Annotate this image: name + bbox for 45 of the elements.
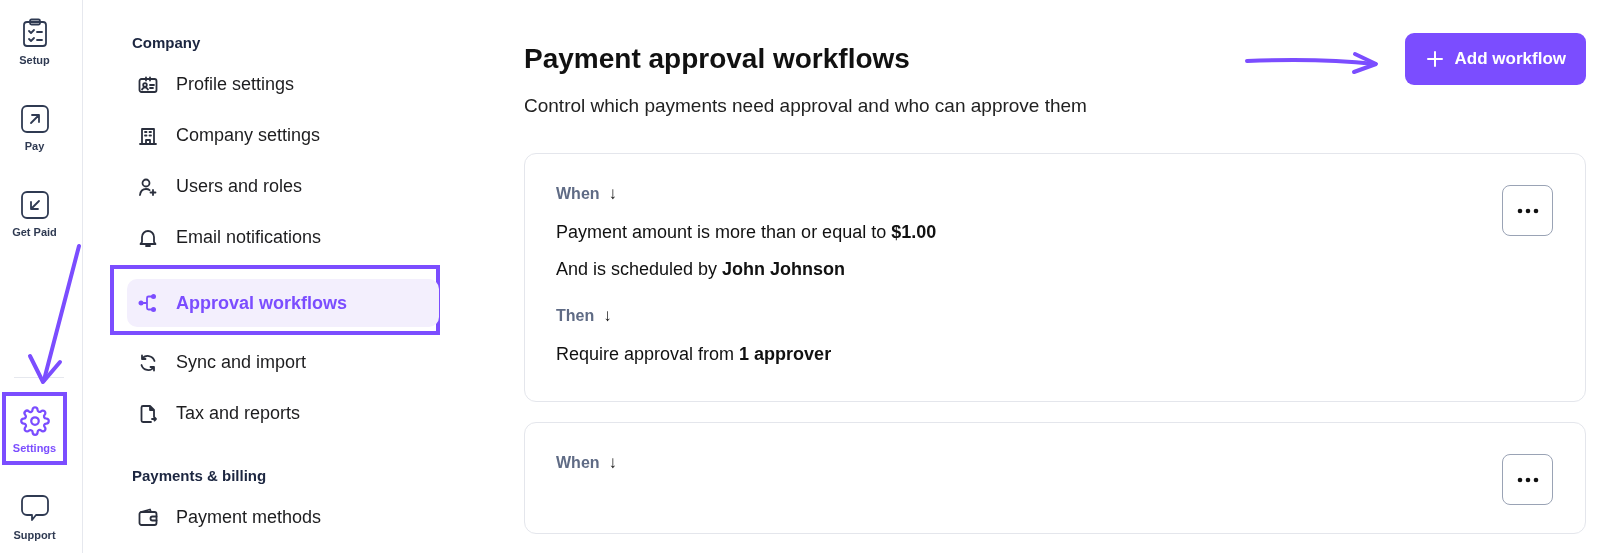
id-card-icon	[138, 75, 158, 94]
section-label: When	[556, 454, 600, 472]
document-icon	[138, 403, 158, 424]
building-icon	[138, 125, 158, 146]
rail-item[interactable]: Pay	[2, 98, 67, 158]
action-text: Require approval from 1 approver	[556, 344, 833, 365]
page-subtitle: Control which payments need approval and who can approve them	[524, 95, 1087, 117]
plus-icon	[1426, 51, 1443, 67]
wallet-icon	[138, 507, 158, 528]
page-title: Payment approval workflows	[524, 43, 911, 75]
settings-nav-item[interactable]: Company settings	[110, 110, 440, 161]
rail-item[interactable]: Support	[2, 487, 67, 547]
section-label: Then	[556, 307, 595, 325]
add-workflow-button[interactable]: Add workflow	[1404, 33, 1586, 85]
bell-icon	[138, 227, 158, 248]
settings-nav-item[interactable]: Tax and reports	[110, 388, 440, 439]
ellipsis-icon	[1516, 476, 1539, 483]
arrow-down-left-icon	[19, 190, 50, 220]
clipboard-icon	[20, 18, 49, 48]
settings-nav-item[interactable]: Users and roles	[110, 161, 440, 212]
settings-nav-item[interactable]: Profile settings	[110, 59, 440, 110]
more-options-button[interactable]	[1502, 454, 1553, 505]
chat-bubble-icon	[19, 493, 50, 523]
down-arrow: ↓	[608, 184, 618, 204]
ellipsis-icon	[1516, 207, 1539, 214]
settings-icon	[19, 406, 50, 436]
section-heading: Payments & billing	[132, 467, 268, 484]
settings-nav-item[interactable]: Payment methods	[110, 492, 440, 543]
section-heading: Company	[132, 34, 202, 51]
rail-item[interactable]: Settings	[2, 392, 67, 465]
settings-nav-item[interactable]: Sync and import	[110, 337, 440, 388]
condition-text: Payment amount is more than or equal to $1.00	[556, 222, 938, 243]
workflow-icon	[138, 293, 158, 313]
down-arrow: ↓	[608, 453, 618, 473]
settings-nav-item[interactable]: Email notifications	[110, 212, 440, 263]
user-plus-icon	[138, 176, 158, 197]
condition-text: And is scheduled by John Johnson	[556, 259, 847, 280]
arrow-up-right-icon	[19, 104, 50, 134]
down-arrow: ↓	[603, 306, 612, 326]
rail-item[interactable]: Get Paid	[2, 184, 67, 244]
section-label: When	[556, 185, 600, 203]
rail-item[interactable]: Setup	[2, 12, 67, 72]
settings-nav-item[interactable]: Approval workflows	[127, 279, 439, 327]
more-options-button[interactable]	[1502, 185, 1553, 236]
sync-icon	[138, 352, 158, 373]
